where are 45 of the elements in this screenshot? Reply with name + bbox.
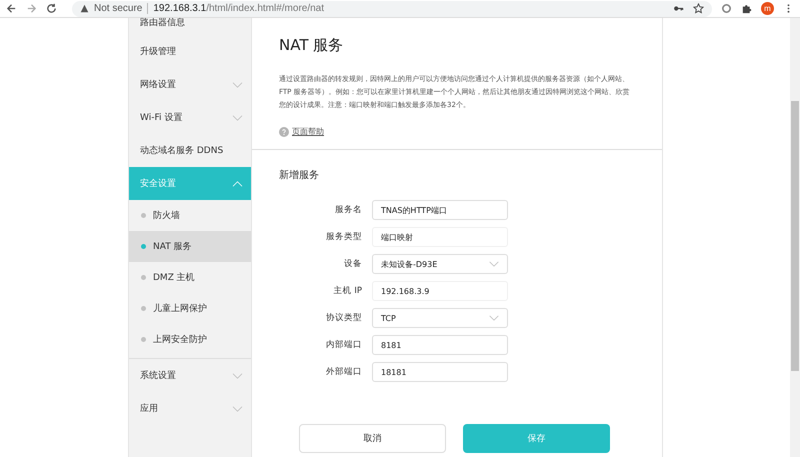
security-label: Not secure bbox=[94, 3, 148, 14]
field-label: 协议类型 bbox=[325, 312, 362, 324]
section-title: 新增服务 bbox=[279, 168, 320, 182]
field-label: 服务名 bbox=[334, 204, 362, 216]
sidebar-subitem[interactable]: 上网安全防护 bbox=[129, 324, 251, 355]
dropdown[interactable]: 未知设备-D93E bbox=[372, 254, 508, 274]
field-label: 外部端口 bbox=[325, 366, 362, 378]
sidebar-item[interactable]: 系统设置 bbox=[129, 359, 251, 392]
dropdown[interactable]: TCP bbox=[372, 308, 508, 328]
profile-avatar[interactable]: m bbox=[761, 2, 774, 15]
help-icon bbox=[279, 126, 289, 136]
back-icon[interactable] bbox=[6, 3, 17, 14]
sidebar-item[interactable]: 网络设置 bbox=[129, 68, 251, 101]
star-icon[interactable] bbox=[693, 3, 704, 14]
scrollbar-thumb[interactable] bbox=[791, 101, 799, 371]
bullet-dot bbox=[141, 306, 146, 311]
sidebar-subitem[interactable]: 防火墙 bbox=[129, 200, 251, 231]
chevron-down-icon bbox=[489, 261, 499, 267]
bullet-dot bbox=[141, 337, 146, 342]
puzzle-icon[interactable] bbox=[741, 3, 752, 14]
sidebar-subitem[interactable]: NAT 服务 bbox=[129, 231, 251, 262]
bullet-dot bbox=[141, 244, 146, 249]
sidebar-item[interactable]: 应用 bbox=[129, 392, 251, 425]
sidebar-item[interactable]: Wi-Fi 设置 bbox=[129, 101, 251, 134]
field-label: 主机 IP bbox=[332, 285, 362, 297]
input-field[interactable]: 18181 bbox=[372, 362, 508, 382]
field-label: 内部端口 bbox=[325, 339, 362, 351]
reload-icon[interactable] bbox=[46, 3, 57, 14]
url-text: 192.168.3.1/html/index.html#/more/nat bbox=[153, 3, 326, 14]
sidebar-item[interactable]: 动态域名服务 DDNS bbox=[129, 134, 251, 167]
input-field[interactable]: TNAS的HTTP端口 bbox=[372, 200, 508, 220]
field-label: 服务类型 bbox=[325, 231, 362, 243]
input-field[interactable]: 8181 bbox=[372, 335, 508, 355]
bullet-dot bbox=[141, 275, 146, 280]
chevron-down-icon bbox=[489, 315, 499, 321]
warning-icon bbox=[80, 4, 89, 13]
cancel-button[interactable]: 取消 bbox=[299, 424, 446, 453]
address-bar[interactable]: Not secure 192.168.3.1/html/index.html#/more/nat bbox=[72, 0, 712, 16]
field-label: 设备 bbox=[343, 258, 362, 270]
sidebar-subitem[interactable]: 儿童上网保护 bbox=[129, 293, 251, 324]
sidebar-item[interactable]: 升级管理 bbox=[129, 35, 251, 68]
help-link[interactable]: 页面帮助 bbox=[292, 126, 324, 137]
sidebar-subitem[interactable]: DMZ 主机 bbox=[129, 262, 251, 293]
page-title: NAT 服务 bbox=[279, 36, 344, 55]
bullet-dot bbox=[141, 213, 146, 218]
